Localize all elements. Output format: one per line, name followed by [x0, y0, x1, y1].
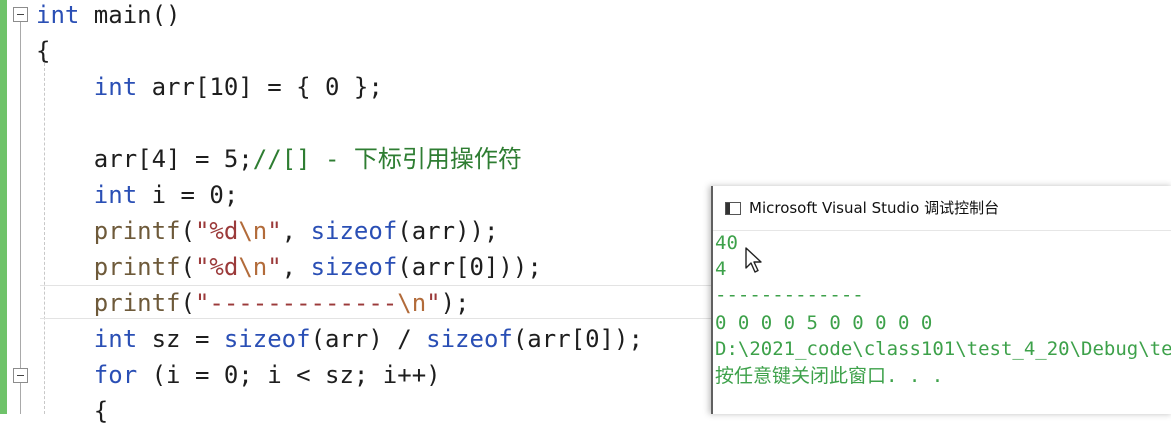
code-token: arr[4] = 5;	[36, 145, 253, 173]
code-token: (	[180, 217, 195, 245]
console-title: Microsoft Visual Studio 调试控制台	[749, 199, 1000, 217]
code-token: printf	[93, 289, 181, 317]
code-token: "%d	[194, 217, 239, 245]
code-line[interactable]: printf("%d\n", sizeof(arr));	[36, 213, 499, 249]
code-line[interactable]: printf("-------------\n");	[36, 285, 470, 321]
collapse-main-icon[interactable]	[13, 7, 28, 22]
change-indicator-bar	[0, 0, 7, 414]
code-token: sizeof	[426, 325, 513, 353]
code-token: int	[36, 1, 80, 29]
code-line[interactable]: for (i = 0; i < sz; i++)	[36, 357, 441, 393]
code-token: printf	[93, 253, 181, 281]
code-token: sz =	[137, 325, 224, 353]
code-token: {	[36, 37, 51, 65]
code-line[interactable]: int arr[10] = { 0 };	[36, 69, 383, 105]
code-line[interactable]: int sz = sizeof(arr) / sizeof(arr[0]);	[36, 321, 643, 357]
code-token: for	[93, 361, 138, 389]
code-token: sizeof	[223, 325, 311, 353]
code-token: {	[36, 397, 109, 425]
console-app-icon	[725, 202, 741, 215]
code-token: "-------------	[194, 289, 398, 317]
code-line[interactable]: int main()	[36, 0, 181, 33]
code-line[interactable]: printf("%d\n", sizeof(arr[0]));	[36, 249, 542, 285]
code-token: \n	[397, 289, 427, 317]
collapse-for-icon[interactable]	[13, 368, 28, 383]
code-token: sizeof	[310, 217, 398, 245]
console-output-line: -------------	[715, 284, 864, 306]
code-token: (arr));	[397, 217, 499, 245]
code-token: (i = 0; i < sz; i++)	[137, 361, 441, 389]
mouse-cursor-icon	[745, 247, 762, 273]
code-token: \n	[238, 217, 268, 245]
code-line[interactable]: {	[36, 393, 108, 429]
code-token: main()	[79, 1, 181, 29]
code-token: \n	[238, 253, 268, 281]
console-output-line: 40	[715, 232, 738, 254]
code-token: 下标引用操作符	[353, 145, 522, 173]
code-token: (arr) /	[310, 325, 427, 353]
code-token: );	[440, 289, 470, 317]
code-token: (arr[0]));	[397, 253, 542, 281]
code-token: ,	[281, 253, 311, 281]
code-token: //[] -	[252, 145, 354, 173]
code-token: (	[180, 253, 195, 281]
code-token: "	[267, 217, 282, 245]
outline-gutter-line	[20, 22, 21, 414]
console-output-line: 4	[715, 258, 727, 280]
console-output-line: D:\2021_code\class101\test_4_20\Debug\te…	[715, 338, 1171, 360]
code-token: int	[93, 181, 138, 209]
code-token: (arr[0]);	[512, 325, 643, 353]
code-token: i = 0;	[137, 181, 239, 209]
code-token: arr[10] = { 0 };	[137, 73, 383, 101]
code-line[interactable]: {	[36, 33, 50, 69]
code-token: ,	[281, 217, 311, 245]
console-output-line: 按任意键关闭此窗口. . .	[715, 365, 944, 387]
code-token: (	[180, 289, 195, 317]
debug-console-window[interactable]: Microsoft Visual Studio 调试控制台 40 4 -------…	[711, 186, 1171, 414]
code-line[interactable]: int i = 0;	[36, 177, 239, 213]
code-token: "	[267, 253, 282, 281]
code-token: printf	[93, 217, 181, 245]
code-token: sizeof	[310, 253, 398, 281]
console-output-line: 0 0 0 0 5 0 0 0 0 0	[715, 312, 933, 334]
code-token: int	[93, 73, 138, 101]
console-titlebar[interactable]: Microsoft Visual Studio 调试控制台	[713, 186, 1171, 231]
code-token: "%d	[194, 253, 239, 281]
code-line[interactable]: arr[4] = 5;//[] - 下标引用操作符	[36, 141, 522, 177]
code-token: int	[93, 325, 138, 353]
code-token: "	[426, 289, 441, 317]
